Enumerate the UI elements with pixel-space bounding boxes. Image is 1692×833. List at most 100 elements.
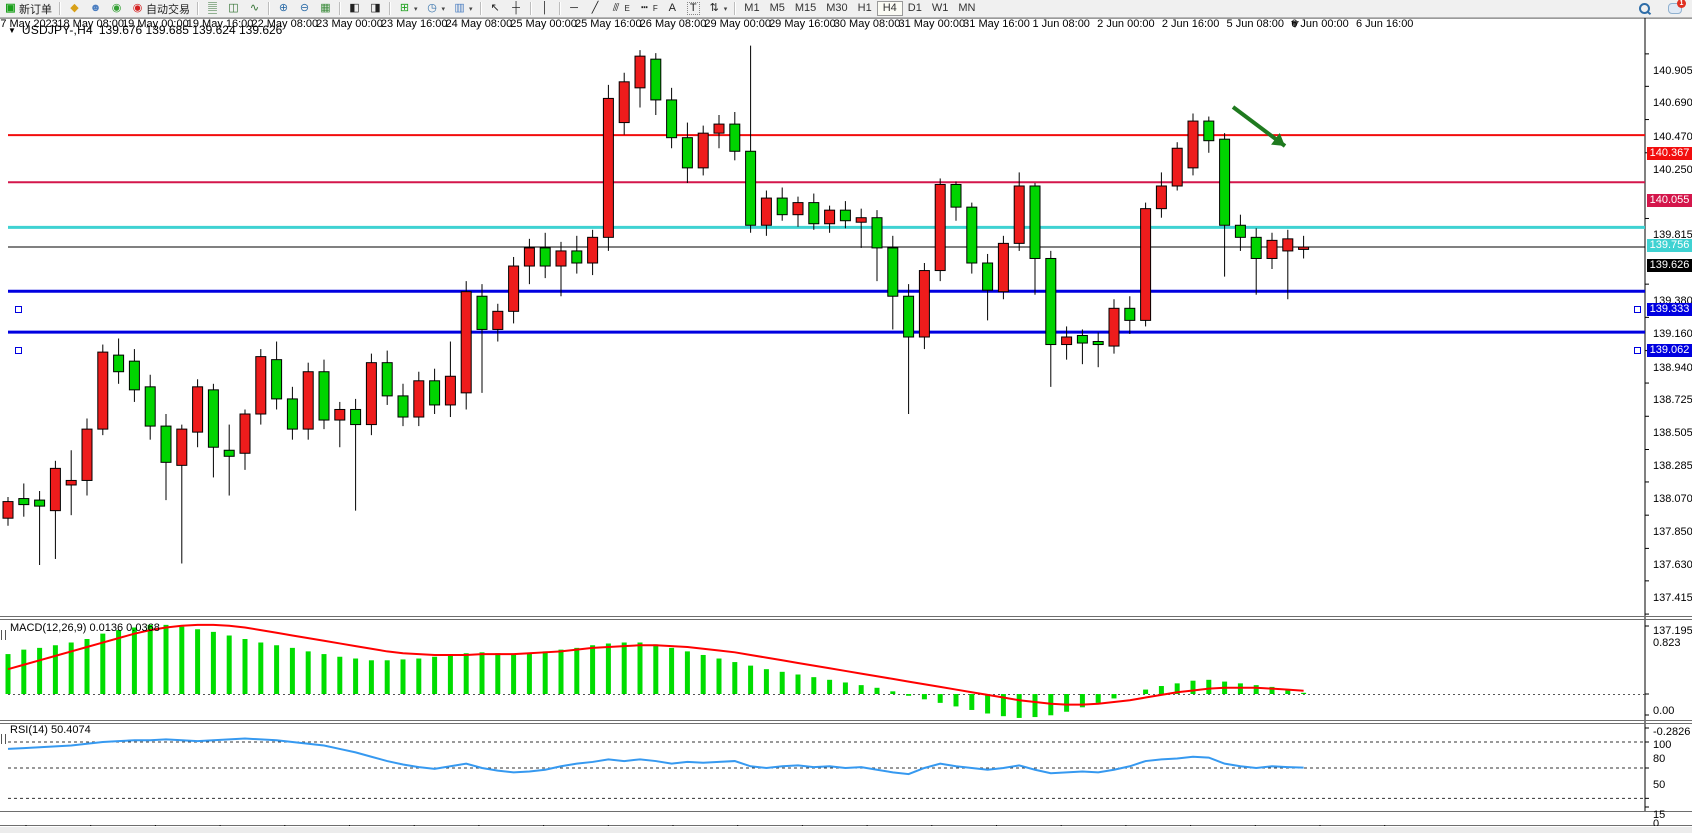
chevron-down-icon: ▾ [414,5,418,13]
price-tick-label: 138.505 [1653,427,1692,439]
new-order-button[interactable]: ▣ 新订单 [0,1,56,16]
timeframe-button-m15[interactable]: M15 [790,1,821,16]
time-axis-label: 31 May 16:00 [963,18,1030,30]
zoom-out-button[interactable]: ⊖ [294,1,315,16]
chat-button[interactable]: 1 [1664,1,1686,16]
chart-canvas[interactable] [0,18,1692,833]
price-level-badge: 139.333 [1647,303,1692,316]
crosshair-tool-button[interactable]: ┼ [506,1,527,16]
time-axis-label: 30 May 08:00 [834,18,901,30]
time-axis-label: 6 Jun 16:00 [1356,18,1414,30]
toolbar-separator [480,2,482,15]
paint-bucket-icon: ◆ [68,2,81,15]
timeframe-toolbar: M1M5M15M30H1H4D1W1MN [739,0,980,17]
time-axis-label: 19 May 00:00 [122,18,189,30]
toolbar-separator [530,2,532,15]
zoom-in-button[interactable]: ⊕ [273,1,294,16]
chat-bubble-icon: 1 [1668,3,1682,14]
tile-windows-button[interactable]: ▦ [315,1,336,16]
profile-icon: ☻ [89,2,102,15]
bar-chart-button[interactable]: 𝄛 [202,1,223,16]
price-level-badge: 139.756 [1647,239,1692,252]
macd-indicator-label: MACD(12,26,9) 0.0136 0.0368 [10,622,160,634]
channel-tool-button[interactable]: ⫻E [606,1,634,16]
level-handle-right[interactable] [1634,306,1641,313]
candlestick-icon: ◫ [227,2,240,15]
fibonacci-icon: ┅ [638,2,651,15]
search-button[interactable] [1635,1,1654,16]
styler-button[interactable]: ◆ [64,1,85,16]
timeframe-button-d1[interactable]: D1 [903,1,927,16]
bar-chart-icon: 𝄛 [206,2,219,15]
macd-tick-label: -0.2826 [1653,726,1690,738]
chart-shift-icon: ◨ [369,2,382,15]
time-axis-label: 1 Jun 08:00 [1032,18,1090,30]
zoom-in-icon: ⊕ [277,2,290,15]
cursor-tool-button[interactable]: ↖ [485,1,506,16]
price-tick-label: 137.630 [1653,559,1692,571]
level-handle-left[interactable] [15,347,22,354]
price-tick-label: 137.415 [1653,592,1692,604]
hline-tool-button[interactable]: ─ [564,1,585,16]
timeframe-button-m1[interactable]: M1 [739,1,764,16]
time-axis-label: 23 May 16:00 [381,18,448,30]
chevron-down-icon: ▾ [469,5,473,13]
trendline-icon: ╱ [589,2,602,15]
periods-button[interactable]: ◷▾ [422,1,450,16]
price-tick-label: 140.250 [1653,164,1692,176]
clock-icon: ◷ [426,2,439,15]
templates-button[interactable]: ▥▾ [449,1,477,16]
price-tick-label: 139.160 [1653,328,1692,340]
chart-shift-button[interactable]: ◨ [365,1,386,16]
timeframe-button-m5[interactable]: M5 [765,1,790,16]
level-handle-left[interactable] [15,306,22,313]
auto-trading-button[interactable]: ◉ 自动交易 [127,1,194,16]
price-tick-label: 140.470 [1653,131,1692,143]
auto-scroll-icon: ◧ [348,2,361,15]
time-axis-label: 5 Jun 08:00 [1227,18,1285,30]
chevron-down-icon: ▾ [724,5,728,13]
signals-button[interactable]: ◉ [106,1,127,16]
price-tick-label: 138.940 [1653,362,1692,374]
fibo-tool-button[interactable]: ┅F [634,1,662,16]
indicators-button[interactable]: ⊞▾ [394,1,422,16]
time-axis-label: 22 May 08:00 [251,18,318,30]
zoom-out-icon: ⊖ [298,2,311,15]
price-tick-label: 137.195 [1653,625,1692,637]
time-axis-label: 24 May 08:00 [446,18,513,30]
timeframe-button-m30[interactable]: M30 [821,1,852,16]
line-chart-button[interactable]: ∿ [244,1,265,16]
timeframe-button-h4[interactable]: H4 [877,1,903,16]
add-indicator-icon: ⊞ [398,2,411,15]
price-level-badge: 140.367 [1647,147,1692,160]
timeframe-button-w1[interactable]: W1 [927,1,954,16]
rsi-tick-label: 50 [1653,779,1665,791]
price-tick-label: 140.905 [1653,65,1692,77]
level-handle-right[interactable] [1634,347,1641,354]
new-order-icon: ▣ [4,2,17,15]
macd-tick-label: 0.823 [1653,637,1681,649]
pane-resize-grip[interactable] [1,734,6,744]
crosshair-icon: ┼ [510,2,523,15]
price-level-badge: 140.055 [1647,194,1692,207]
cursor-icon: ↖ [489,2,502,15]
time-axis-label: 31 May 00:00 [898,18,965,30]
auto-scroll-button[interactable]: ◧ [344,1,365,16]
mt4-terminal: ▣ 新订单 ◆ ☻ ◉ ◉ 自动交易 𝄛 ◫ ∿ ⊕ ⊖ ▦ ◧ ◨ ⊞▾ ◷▾ [0,0,1692,833]
pane-resize-grip[interactable] [1,630,6,640]
toolbar-separator [734,2,736,15]
timeframe-button-h1[interactable]: H1 [853,1,877,16]
text-tool-button[interactable]: A [662,1,683,16]
timeframe-button-mn[interactable]: MN [953,1,980,16]
candle-chart-button[interactable]: ◫ [223,1,244,16]
chart-window[interactable]: ▼ USDJPY-,H4 139.676 139.685 139.624 139… [0,18,1692,825]
arrows-tool-button[interactable]: ⇅▾ [704,1,732,16]
profiles-button[interactable]: ☻ [85,1,106,16]
label-tool-button[interactable]: T [683,1,704,16]
status-bar [0,826,1692,833]
toolbar-separator [339,2,341,15]
trendline-tool-button[interactable]: ╱ [585,1,606,16]
macd-tick-label: 0.00 [1653,705,1674,717]
vline-tool-button[interactable]: │ [535,1,556,16]
price-level-badge: 139.626 [1647,259,1692,272]
